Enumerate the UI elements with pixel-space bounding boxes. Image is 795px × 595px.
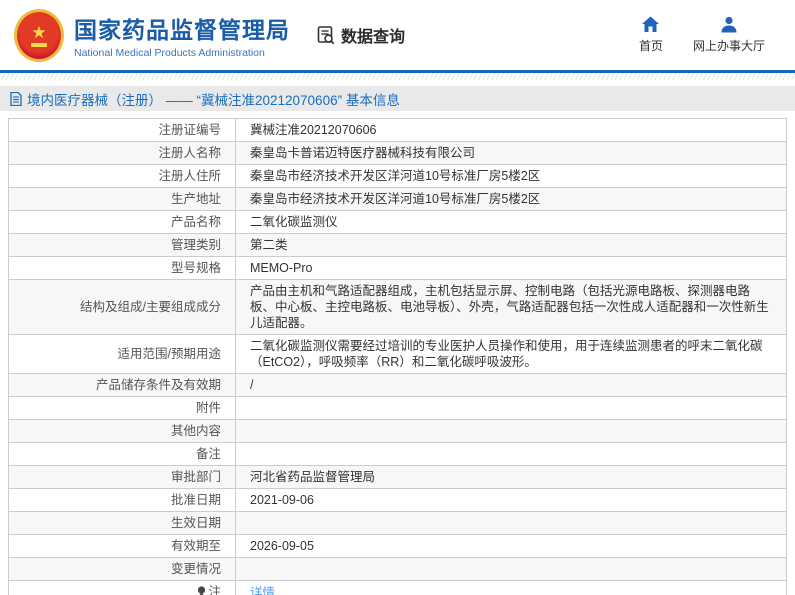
row-label: 其他内容 (8, 419, 236, 443)
table-row: 结构及组成/主要组成成分 产品由主机和气路适配器组成，主机包括显示屏、控制电路（包… (8, 279, 787, 335)
row-label: 变更情况 (8, 557, 236, 581)
row-label: 批准日期 (8, 488, 236, 512)
row-value (235, 557, 787, 581)
lightbulb-icon (197, 585, 206, 595)
data-query-label: 数据查询 (341, 29, 406, 46)
person-icon (720, 16, 738, 33)
row-value (235, 442, 787, 466)
row-value: 秦皇岛市经济技术开发区洋河道10号标准厂房5楼2区 (235, 187, 787, 211)
row-label: 附件 (8, 396, 236, 420)
row-value (235, 396, 787, 420)
table-row: 注 详情 (8, 580, 787, 595)
row-value: 二氧化碳监测仪需要经过培训的专业医护人员操作和使用，用于连续监测患者的呼末二氧化… (235, 334, 787, 374)
table-row: 注册人住所 秦皇岛市经济技术开发区洋河道10号标准厂房5楼2区 (8, 164, 787, 188)
row-value: 第二类 (235, 233, 787, 257)
table-row: 有效期至 2026-09-05 (8, 534, 787, 558)
table-row: 变更情况 (8, 557, 787, 581)
row-label: 管理类别 (8, 233, 236, 257)
table-row: 型号规格 MEMO-Pro (8, 256, 787, 280)
table-row: 注册人名称 秦皇岛卡普诺迈特医疗器械科技有限公司 (8, 141, 787, 165)
row-value (235, 511, 787, 535)
row-value: 二氧化碳监测仪 (235, 210, 787, 234)
home-icon (641, 16, 660, 33)
row-label: 备注 (8, 442, 236, 466)
data-query-section: 数据查询 (316, 23, 405, 47)
page-title: 境内医疗器械（注册） —— “冀械注准20212070606” 基本信息 (27, 92, 400, 108)
row-label: 型号规格 (8, 256, 236, 280)
row-label: 结构及组成/主要组成成分 (8, 279, 236, 335)
row-value: 秦皇岛市经济技术开发区洋河道10号标准厂房5楼2区 (235, 164, 787, 188)
nav-home-label: 首页 (638, 39, 663, 53)
row-value (235, 419, 787, 443)
site-header: ★ 国家药品监督管理局 National Medical Products Ad… (0, 0, 795, 73)
row-label: 注册证编号 (8, 118, 236, 142)
header-nav: 首页 网上办事大厅 (639, 16, 765, 54)
result-title-bar: 境内医疗器械（注册） —— “冀械注准20212070606” 基本信息 (0, 86, 795, 111)
row-label: 产品名称 (8, 210, 236, 234)
row-value: 冀械注准20212070606 (235, 118, 787, 142)
table-row: 批准日期 2021-09-06 (8, 488, 787, 512)
row-label: 生效日期 (8, 511, 236, 535)
table-row: 其他内容 (8, 419, 787, 443)
row-value: 秦皇岛卡普诺迈特医疗器械科技有限公司 (235, 141, 787, 165)
table-row: 附件 (8, 396, 787, 420)
china-national-emblem-icon: ★ (14, 8, 64, 62)
table-row: 管理类别 第二类 (8, 233, 787, 257)
nav-service-hall[interactable]: 网上办事大厅 (693, 16, 765, 54)
org-name-en: National Medical Products Administration (74, 47, 265, 59)
row-label: 审批部门 (8, 465, 236, 489)
row-label: 注 (8, 580, 236, 595)
table-row: 适用范围/预期用途 二氧化碳监测仪需要经过培训的专业医护人员操作和使用，用于连续监… (8, 334, 787, 374)
row-value: MEMO-Pro (235, 256, 787, 280)
row-value: 2021-09-06 (235, 488, 787, 512)
table-row: 产品名称 二氧化碳监测仪 (8, 210, 787, 234)
row-value: / (235, 373, 787, 397)
table-row: 产品储存条件及有效期 / (8, 373, 787, 397)
page: ★ 国家药品监督管理局 National Medical Products Ad… (0, 0, 795, 595)
brand: 国家药品监督管理局 National Medical Products Admi… (74, 11, 290, 59)
document-icon (10, 91, 22, 106)
row-label: 有效期至 (8, 534, 236, 558)
table-row: 注册证编号 冀械注准20212070606 (8, 118, 787, 142)
row-value: 河北省药品监督管理局 (235, 465, 787, 489)
row-value: 2026-09-05 (235, 534, 787, 558)
hatch-divider (0, 73, 795, 80)
details-link[interactable]: 详情 (250, 586, 275, 595)
detail-table: 注册证编号 冀械注准20212070606 注册人名称 秦皇岛卡普诺迈特医疗器械科技有… (8, 118, 787, 595)
row-label: 生产地址 (8, 187, 236, 211)
row-label: 注册人名称 (8, 141, 236, 165)
row-label: 适用范围/预期用途 (8, 334, 236, 374)
nav-service-hall-label: 网上办事大厅 (692, 39, 765, 53)
row-value: 产品由主机和气路适配器组成，主机包括显示屏、控制电路（包括光源电路板、探测器电路… (235, 279, 787, 335)
document-search-icon (316, 25, 336, 45)
table-row: 审批部门 河北省药品监督管理局 (8, 465, 787, 489)
org-name-cn: 国家药品监督管理局 (74, 17, 290, 43)
table-row: 备注 (8, 442, 787, 466)
row-label: 注册人住所 (8, 164, 236, 188)
nav-home[interactable]: 首页 (639, 16, 663, 54)
table-row: 生效日期 (8, 511, 787, 535)
detail-table-wrap: 注册证编号 冀械注准20212070606 注册人名称 秦皇岛卡普诺迈特医疗器械科技有… (0, 111, 795, 595)
row-value: 详情 (235, 580, 787, 595)
table-row: 生产地址 秦皇岛市经济技术开发区洋河道10号标准厂房5楼2区 (8, 187, 787, 211)
row-label: 产品储存条件及有效期 (8, 373, 236, 397)
